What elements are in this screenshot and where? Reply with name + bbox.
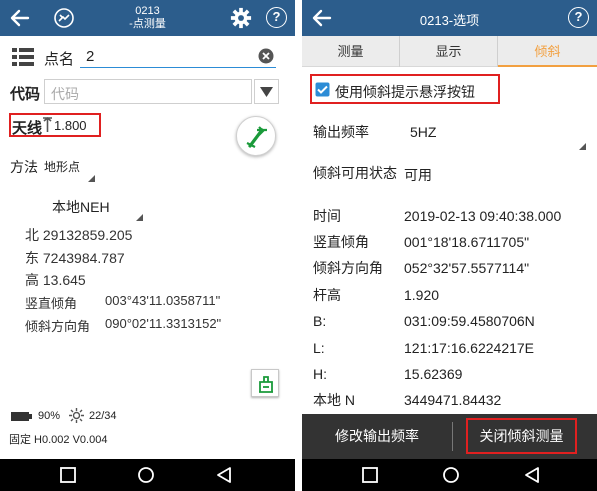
local-north-value: 3449471.84432 (404, 392, 502, 408)
tilt-available-value: 可用 (404, 167, 432, 183)
modify-frequency-button[interactable]: 修改输出频率 (302, 414, 452, 459)
point-survey-screen: 0213 -点测量 ? 点名 2 代码 代码 天线 1.800 方法 地形点 本… (0, 0, 295, 491)
height-coordinate: 高 13.645 (25, 272, 86, 288)
spinner-corner-icon (579, 143, 586, 150)
local-north-label: 本地 N (313, 392, 355, 408)
tab-tilt[interactable]: 倾斜 (498, 36, 597, 67)
title-bar: 0213-选项 ? (302, 0, 597, 36)
latitude-value: 031:09:59.4580706N (404, 313, 535, 329)
output-frequency-label: 输出频率 (313, 124, 369, 140)
recent-apps-icon[interactable] (360, 466, 380, 484)
close-tilt-button[interactable]: 关闭倾斜测量 (466, 418, 577, 454)
list-icon[interactable] (12, 48, 34, 66)
recent-apps-icon[interactable] (58, 466, 78, 484)
checkbox-label: 使用倾斜提示悬浮按钮 (335, 84, 475, 100)
spinner-corner-icon (88, 175, 95, 182)
method-spinner[interactable]: 地形点 (44, 156, 98, 184)
page-title: 0213-选项 (419, 13, 480, 28)
button-divider (452, 422, 453, 451)
code-input[interactable]: 代码 (44, 79, 252, 104)
home-icon[interactable] (136, 466, 156, 484)
vertical-tilt-label: 竖直倾角 (313, 234, 369, 250)
battery-icon (11, 412, 32, 421)
vertical-tilt-label: 竖直倾角 (25, 296, 78, 311)
antenna-height-box[interactable]: 天线 1.800 (9, 113, 101, 137)
coord-system-value: 本地NEH (52, 199, 110, 215)
point-name-label: 点名 (44, 51, 75, 68)
nav-back-icon[interactable] (214, 466, 234, 484)
help-icon[interactable]: ? (266, 7, 287, 28)
system-nav-bar (302, 459, 597, 491)
tab-survey[interactable]: 测量 (302, 36, 400, 67)
measure-button[interactable] (251, 369, 279, 397)
time-label: 时间 (313, 208, 341, 224)
satellite-count: 22/34 (89, 410, 117, 422)
options-screen: 0213-选项 ? 测量 显示 倾斜 使用倾斜提示悬浮按钮 输出频率 5HZ 倾… (302, 0, 597, 491)
tilt-float-option[interactable]: 使用倾斜提示悬浮按钮 (310, 74, 500, 104)
spinner-corner-icon (136, 214, 143, 221)
title-bar: 0213 -点测量 ? (0, 0, 295, 36)
battery-level: 90% (38, 410, 61, 422)
code-dropdown-button[interactable] (254, 79, 279, 104)
longitude-value: 121:17:16.6224217E (404, 340, 535, 356)
antenna-value: 1.800 (54, 118, 87, 133)
east-coordinate: 东 7243984.787 (25, 250, 125, 266)
tilt-direction-label: 倾斜方向角 (313, 260, 383, 276)
vertical-tilt-value: 001°18'18.6711705" (404, 234, 530, 250)
method-value: 地形点 (44, 160, 81, 174)
action-bar: 修改输出频率 关闭倾斜测量 (302, 414, 597, 459)
tilt-direction-value: 090°02'11.3313152" (105, 316, 222, 331)
point-name-value: 2 (86, 48, 95, 65)
clear-icon[interactable] (258, 48, 274, 64)
code-placeholder: 代码 (51, 86, 79, 102)
pole-height-value: 1.920 (404, 287, 440, 303)
north-coordinate: 北 29132859.205 (25, 227, 133, 243)
help-icon[interactable]: ? (568, 7, 589, 28)
tilt-pole-icon (246, 126, 267, 148)
panel-gap (295, 0, 302, 491)
measure-icon (259, 376, 273, 393)
longitude-label: L: (313, 340, 325, 356)
tilt-direction-label: 倾斜方向角 (25, 319, 91, 334)
time-value: 2019-02-13 09:40:38.000 (404, 208, 562, 224)
checkbox-checked-icon[interactable] (315, 82, 330, 97)
home-icon[interactable] (441, 466, 461, 484)
output-frequency-spinner[interactable]: 5HZ (406, 118, 588, 152)
point-name-input[interactable]: 2 (80, 46, 276, 68)
tilt-direction-value: 052°32'57.5577114" (404, 260, 530, 276)
antenna-icon (43, 117, 52, 132)
ellipsoid-height-label: H: (313, 366, 327, 382)
gear-icon[interactable] (230, 7, 252, 29)
nav-back-icon[interactable] (522, 466, 542, 484)
code-label: 代码 (10, 86, 41, 103)
tilt-float-button[interactable] (236, 116, 276, 156)
caret-down-icon (260, 87, 273, 97)
system-nav-bar (0, 459, 295, 491)
options-tabs: 测量 显示 倾斜 (302, 36, 597, 67)
antenna-label: 天线 (12, 120, 43, 137)
tab-display[interactable]: 显示 (400, 36, 498, 67)
method-label: 方法 (10, 159, 38, 175)
satellite-count-icon (69, 408, 84, 423)
pole-height-label: 杆高 (313, 287, 341, 303)
fix-status: 固定 H0.002 V0.004 (9, 434, 108, 446)
ellipsoid-height-value: 15.62369 (404, 366, 463, 382)
latitude-label: B: (313, 313, 327, 329)
tilt-available-label: 倾斜可用状态 (313, 165, 397, 181)
output-frequency-value: 5HZ (410, 124, 437, 140)
vertical-tilt-value: 003°43'11.0358711" (105, 293, 221, 308)
coord-system-spinner[interactable]: 本地NEH (40, 197, 150, 223)
